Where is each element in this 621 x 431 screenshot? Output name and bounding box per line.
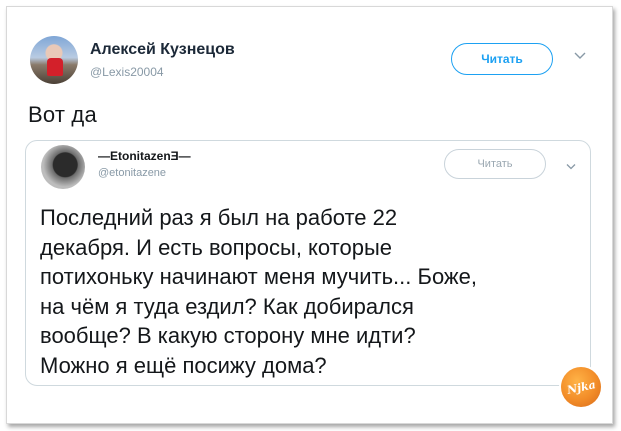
quoted-author-handle[interactable]: @etonitazene <box>98 167 166 179</box>
quoted-text-line: декабря. И есть вопросы, которые <box>40 234 393 260</box>
author-handle[interactable]: @Lexis20004 <box>90 65 164 79</box>
quoted-avatar[interactable] <box>41 145 85 189</box>
quoted-author-name[interactable]: —EtonitazenƎ— <box>98 149 191 163</box>
quoted-tweet[interactable]: —EtonitazenƎ— @etonitazene Читать Послед… <box>25 140 591 386</box>
quoted-text-line: Можно я ещё посижу дома? <box>40 352 327 378</box>
watermark-text: Njka <box>565 377 597 397</box>
quoted-text-line: вообще? В какую сторону мне идти? <box>40 323 416 348</box>
quoted-chevron-down-icon[interactable] <box>566 163 576 171</box>
quoted-follow-button[interactable]: Читать <box>444 149 546 179</box>
quoted-text-line: на чём я туда ездил? Как добирался <box>40 293 414 319</box>
author-avatar[interactable] <box>30 36 78 84</box>
quoted-text-line: Последний раз я был на работе 22 <box>40 205 398 230</box>
author-name[interactable]: Алексей Кузнецов <box>90 41 235 59</box>
tweet-text: Вот да <box>28 102 97 127</box>
quoted-tweet-text: Последний раз я был на работе 22 декабря… <box>40 203 580 380</box>
chevron-down-icon[interactable] <box>574 51 586 61</box>
watermark-logo: Njka <box>561 367 601 407</box>
quoted-text-line: потихоньку начинают меня мучить... Боже, <box>40 264 477 289</box>
avatar-figure <box>47 58 63 76</box>
follow-button[interactable]: Читать <box>451 43 553 75</box>
